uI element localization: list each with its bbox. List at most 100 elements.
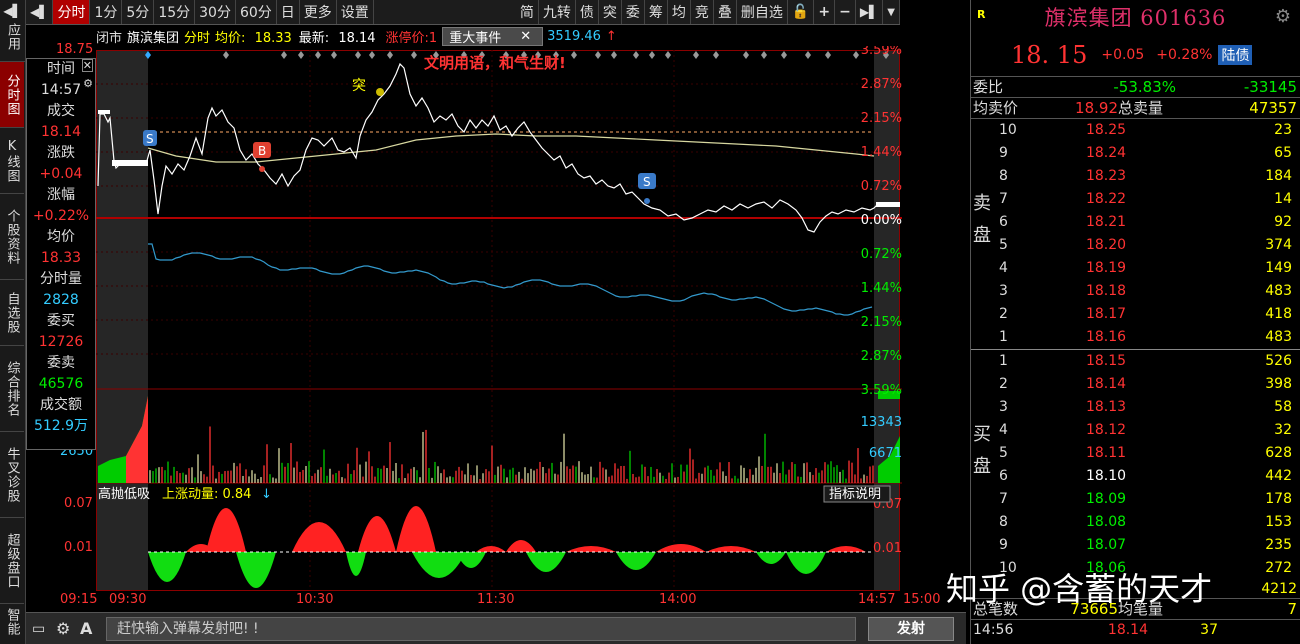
event-diamond[interactable] [281,51,287,59]
marker-breakout[interactable]: 突 [352,78,384,96]
event-diamond[interactable] [315,51,321,59]
buy-level-row[interactable]: 2 18.14 398 [971,373,1300,396]
sidebar-item-ranking[interactable]: 综合排名 [0,346,24,432]
event-diamond[interactable] [853,51,859,59]
marker-B[interactable]: B [253,142,271,172]
event-diamond[interactable] [743,51,749,59]
event-diamond[interactable] [223,51,229,59]
weibi-label: 委比 [973,78,1004,96]
buy-level-row[interactable]: 5 18.11 628 [971,442,1300,465]
btn-nine-turn[interactable]: 九转 [539,0,576,24]
marker-S2[interactable]: S [638,173,656,204]
sell-level-row[interactable]: 9 18.24 65 [971,142,1300,165]
event-diamond[interactable] [713,51,719,59]
close-icon[interactable]: ✕ [520,29,531,44]
sidebar-item-super-quote[interactable]: 超级盘口 [0,518,24,604]
sidebar-item-stock-info[interactable]: 个股资料 [0,194,24,280]
font-icon[interactable]: A [80,619,92,638]
sell-level-row[interactable]: 5 18.20 374 [971,234,1300,257]
next-icon[interactable]: ▶▌ [856,0,884,24]
timeshare-chart-svg[interactable]: 3.59% 2.87% 2.15% 1.44% 0.72% 0.00% 0.72… [96,43,902,612]
event-diamond[interactable] [595,51,601,59]
buy-level-row[interactable]: 7 18.09 178 [971,488,1300,511]
indicator-area-fill [358,516,396,552]
tab-day[interactable]: 日 [277,0,300,24]
sell-level-row[interactable]: 1 18.16 483 [971,326,1300,349]
btn-simple[interactable]: 简 [516,0,539,24]
event-diamond[interactable] [387,51,393,59]
event-diamond[interactable] [805,51,811,59]
tab-1min[interactable]: 1分 [90,0,123,24]
event-diamond[interactable] [693,51,699,59]
buy-level-row[interactable]: 4 18.12 32 [971,419,1300,442]
zoom-in-icon[interactable]: + [814,0,836,24]
sidebar-item-timeshare[interactable]: 分时图 [0,62,24,128]
current-price: 18. 15 [1011,41,1088,69]
event-diamond[interactable] [411,51,417,59]
event-diamond[interactable] [571,51,577,59]
zoom-out-icon[interactable]: − [835,0,856,24]
sell-level-row[interactable]: 3 18.18 483 [971,280,1300,303]
sidebar-item-diagnosis[interactable]: 牛叉诊股 [0,432,24,518]
window-icon[interactable]: ▭ [32,621,45,637]
event-diamond[interactable] [825,51,831,59]
connect-badge[interactable]: 陆债 [1218,45,1253,65]
btn-overlay[interactable]: 叠 [714,0,737,24]
event-diamond[interactable] [761,51,767,59]
tab-15min[interactable]: 15分 [154,0,196,24]
btn-auction[interactable]: 竞 [691,0,714,24]
btn-average[interactable]: 均 [668,0,691,24]
sell-level-row[interactable]: 8 18.23 184 [971,165,1300,188]
sidebar-item-apps[interactable]: 应用 [1,18,25,56]
btn-remove-watchlist[interactable]: 删自选 [737,0,788,24]
buy-level-row[interactable]: 6 18.10 442 [971,465,1300,488]
tab-5min[interactable]: 5分 [122,0,155,24]
indicator-help-label[interactable]: 指标说明 [829,487,881,502]
settings-small-icon[interactable]: ⚙ [83,77,93,90]
danmu-input[interactable]: 赶快输入弹幕发射吧! ! [106,616,856,641]
event-diamond[interactable] [649,51,655,59]
settings-gear-icon[interactable]: ⚙ [1275,6,1292,27]
event-diamond[interactable] [298,51,304,59]
fire-button[interactable]: 发射 [868,616,954,641]
event-diamond[interactable] [355,51,361,59]
tab-settings[interactable]: 设置 [337,0,374,24]
event-diamond[interactable] [781,51,787,59]
sell-level-row[interactable]: 10 18.25 23 [971,119,1300,142]
buy-level-row[interactable]: 3 18.13 58 [971,396,1300,419]
btn-order[interactable]: 委 [622,0,645,24]
sidebar-item-smart[interactable]: 智能 [0,604,24,640]
marker-S1[interactable]: S [143,130,157,146]
close-panel-icon[interactable]: ✕ [81,59,93,72]
tab-more[interactable]: 更多 [300,0,337,24]
buy-level-num: 1 [999,353,1008,369]
event-diamond[interactable] [331,51,337,59]
btn-breakout[interactable]: 突 [599,0,622,24]
sell-level-row[interactable]: 2 18.17 418 [971,303,1300,326]
sell-level-row[interactable]: 6 18.21 92 [971,211,1300,234]
sell-level-row[interactable]: 7 18.22 14 [971,188,1300,211]
indicator-area-fill [396,506,436,552]
sidebar-item-watchlist[interactable]: 自选股 [0,280,24,346]
btn-bond[interactable]: 债 [576,0,599,24]
buy-level-row[interactable]: 9 18.07 235 [971,534,1300,557]
lock-icon[interactable]: 🔓 [788,0,815,24]
btn-chips[interactable]: 筹 [645,0,668,24]
gear-icon[interactable]: ⚙ [56,619,70,638]
event-diamond[interactable] [633,51,639,59]
major-event-button[interactable]: 重大事件 ✕ [442,26,544,46]
buy-level-row[interactable]: 8 18.08 153 [971,511,1300,534]
sell-level-row[interactable]: 4 18.19 149 [971,257,1300,280]
event-diamond[interactable] [369,51,375,59]
sidebar-item-kline[interactable]: K线图 [0,128,24,194]
event-diamond[interactable] [611,51,617,59]
chart-area[interactable]: 3.59% 2.87% 2.15% 1.44% 0.72% 0.00% 0.72… [96,43,902,612]
event-diamond[interactable] [665,51,671,59]
tab-30min[interactable]: 30分 [195,0,236,24]
tab-timeshare[interactable]: 分时 [53,0,91,24]
buy-level-row[interactable]: 1 18.15 526 [971,350,1300,373]
dropdown-icon[interactable]: ▼ [883,0,900,24]
back-icon[interactable]: ◀▌ [3,4,21,18]
tab-60min[interactable]: 60分 [236,0,277,24]
prev-icon[interactable]: ◀▌ [26,0,54,24]
